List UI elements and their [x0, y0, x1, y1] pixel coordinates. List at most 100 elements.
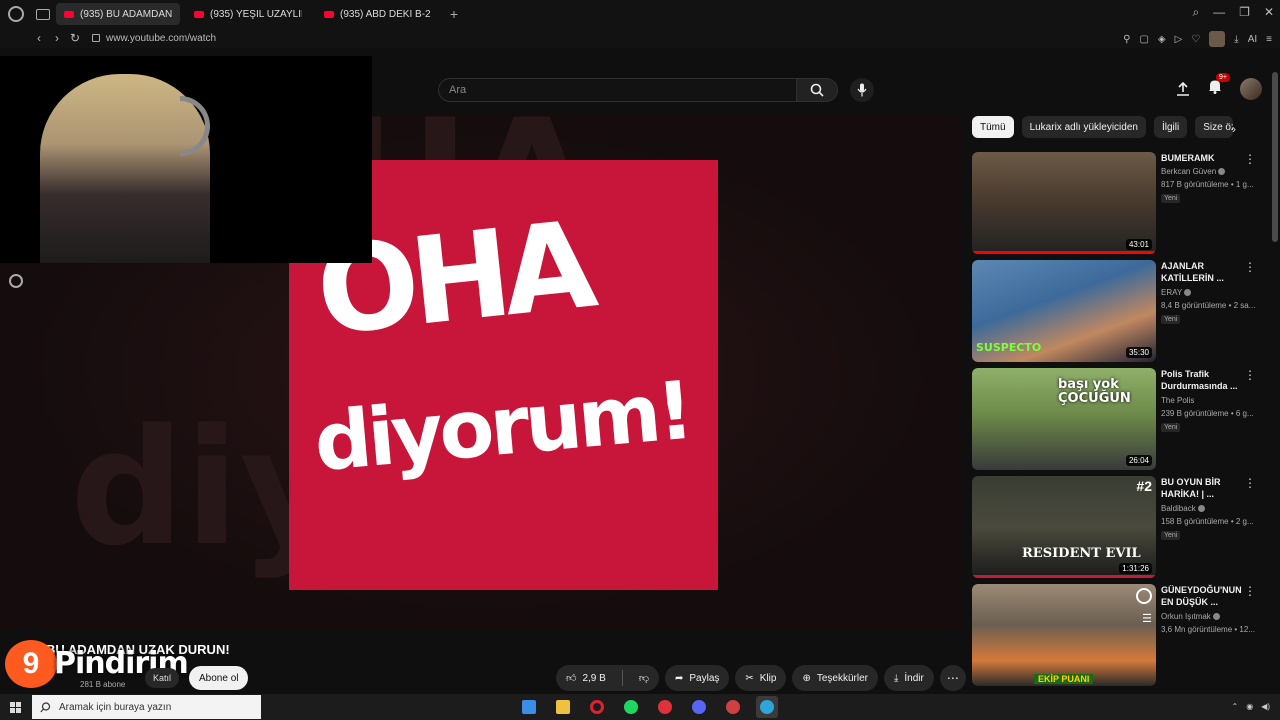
- new-tab-button[interactable]: +: [446, 6, 462, 22]
- reload-icon[interactable]: ↻: [66, 31, 84, 45]
- list-item[interactable]: 43:01 BUMERAMK Berkcan Güven 817 B görün…: [972, 152, 1262, 254]
- kebab-menu-icon[interactable]: ⋮: [1244, 368, 1256, 382]
- verified-icon: [1184, 289, 1192, 297]
- list-item[interactable]: SUSPECTO 35:30 AJANLAR KATİLLERİN ... ER…: [972, 260, 1262, 362]
- video-title[interactable]: GÜNEYDOĞU'NUN EN DÜŞÜK ...: [1161, 584, 1245, 608]
- chevron-right-icon[interactable]: ›: [1232, 122, 1236, 136]
- cloud-app-icon[interactable]: [518, 696, 540, 718]
- subscribe-button[interactable]: Abone ol: [189, 666, 249, 690]
- youtube-favicon-icon: [194, 10, 204, 18]
- more-actions-button[interactable]: ⋯: [939, 665, 966, 691]
- video-title[interactable]: Polis Trafik Durdurmasında ...: [1161, 368, 1245, 392]
- menu-icon[interactable]: ≡: [1266, 34, 1272, 45]
- browser-tab[interactable]: (935) ABD DEKİ B-2 SPİRİ: [316, 3, 440, 25]
- snapshot-icon[interactable]: ▢: [1139, 34, 1148, 45]
- list-item[interactable]: başı yok ÇOCUĞUN 26:04 Polis Trafik Durd…: [972, 368, 1262, 470]
- download-button[interactable]: ⤓ İndir: [883, 665, 934, 691]
- add-to-queue-icon[interactable]: ☰: [1142, 612, 1152, 625]
- video-meta: 239 B görüntüleme • 6 g...: [1161, 409, 1254, 418]
- minimize-icon[interactable]: —: [1213, 5, 1225, 20]
- voice-search-button[interactable]: [850, 78, 874, 102]
- kebab-menu-icon[interactable]: ⋮: [1244, 152, 1256, 166]
- list-item[interactable]: ☰ EKİP PUANI GÜNEYDOĞU'NUN EN DÜŞÜK ... …: [972, 584, 1262, 686]
- kebab-menu-icon[interactable]: ⋮: [1244, 476, 1256, 490]
- browser-search-icon[interactable]: ⌕: [1192, 5, 1199, 20]
- browser-tab[interactable]: (935) YEŞİL UZAYLININ G: [186, 3, 310, 25]
- duration-badge: 43:01: [1125, 239, 1152, 250]
- volume-icon[interactable]: ◀): [1261, 702, 1270, 711]
- browser-tab[interactable]: (935) BU ADAMDAN UZAK: [56, 3, 180, 25]
- channel-name[interactable]: Orkun Işıtmak: [1161, 612, 1220, 621]
- ai-button[interactable]: AI: [1248, 34, 1257, 45]
- network-icon[interactable]: ◉: [1246, 702, 1253, 711]
- tab-title: (935) BU ADAMDAN UZAK: [80, 8, 172, 20]
- like-dislike-group: 👍︎ 2,9 B 👎︎: [556, 665, 659, 691]
- channel-name[interactable]: The Polis: [1161, 396, 1194, 405]
- forward-icon[interactable]: ›: [48, 31, 66, 45]
- red-app-icon[interactable]: [654, 696, 676, 718]
- taskbar-search-placeholder: Aramak için buraya yazın: [59, 701, 172, 713]
- download-icon[interactable]: ⤓: [1234, 34, 1238, 45]
- duration-badge: 26:04: [1125, 455, 1152, 466]
- play-icon[interactable]: ▷: [1175, 34, 1183, 45]
- opera-logo-icon[interactable]: [8, 6, 24, 22]
- upload-icon[interactable]: [1176, 82, 1190, 96]
- scrollbar[interactable]: [1272, 72, 1278, 242]
- video-title[interactable]: BUMERAMK: [1161, 152, 1245, 164]
- search-input[interactable]: Ara: [438, 78, 796, 102]
- file-explorer-icon[interactable]: [552, 696, 574, 718]
- chip-related[interactable]: İlgili: [1153, 116, 1188, 138]
- opera-app-icon[interactable]: [586, 696, 608, 718]
- verified-icon: [1212, 613, 1220, 621]
- user-avatar[interactable]: [1240, 78, 1262, 100]
- kebab-menu-icon[interactable]: ⋮: [1244, 584, 1256, 598]
- profile-icon[interactable]: [1209, 31, 1226, 47]
- microphone-icon: [857, 83, 867, 97]
- taskbar-search-input[interactable]: Aramak için buraya yazın: [32, 695, 261, 719]
- chip-for-you[interactable]: Size öz: [1195, 116, 1234, 138]
- like-button[interactable]: 👍︎ 2,9 B: [556, 665, 616, 691]
- maximize-icon[interactable]: ❐: [1239, 5, 1250, 20]
- shield-icon[interactable]: ◈: [1158, 34, 1166, 45]
- video-title[interactable]: BU OYUN BİR HARİKA! | ...: [1161, 476, 1245, 500]
- video-thumbnail[interactable]: SUSPECTO 35:30: [972, 260, 1156, 362]
- start-button[interactable]: [0, 701, 30, 713]
- share-button[interactable]: ➦ Paylaş: [664, 665, 730, 691]
- channel-logo-icon[interactable]: 9: [5, 640, 57, 688]
- channel-name[interactable]: Baldiback: [1161, 504, 1205, 513]
- verified-icon: [1197, 505, 1205, 513]
- search-button[interactable]: [796, 78, 838, 102]
- heart-icon[interactable]: ♡: [1191, 34, 1200, 45]
- channel-name[interactable]: Berkcan Güven: [1161, 167, 1226, 176]
- back-icon[interactable]: ‹: [30, 31, 48, 45]
- join-button[interactable]: Katıl: [145, 668, 180, 688]
- close-icon[interactable]: ✕: [1264, 5, 1274, 20]
- video-thumbnail[interactable]: #2 RESIDENT EVIL 1:31:26: [972, 476, 1156, 578]
- watch-later-icon[interactable]: [1136, 588, 1152, 604]
- list-item[interactable]: #2 RESIDENT EVIL 1:31:26 BU OYUN BİR HAR…: [972, 476, 1262, 578]
- spotify-icon[interactable]: [620, 696, 642, 718]
- dislike-button[interactable]: 👎︎: [629, 665, 659, 691]
- settings-gear-icon[interactable]: [9, 274, 23, 288]
- discord-icon[interactable]: [688, 696, 710, 718]
- video-thumbnail[interactable]: ☰ EKİP PUANI: [972, 584, 1156, 686]
- chart-app-icon[interactable]: [722, 696, 744, 718]
- share-label: Paylaş: [689, 672, 720, 684]
- kebab-menu-icon[interactable]: ⋮: [1244, 260, 1256, 274]
- video-thumbnail[interactable]: başı yok ÇOCUĞUN 26:04: [972, 368, 1156, 470]
- thanks-button[interactable]: ⊕ Teşekkürler: [792, 665, 878, 691]
- notifications-button[interactable]: 9+: [1208, 73, 1230, 99]
- video-thumbnail[interactable]: 43:01: [972, 152, 1156, 254]
- channel-name[interactable]: ERAY: [1161, 288, 1192, 297]
- thumbnail-text: EKİP PUANI: [1034, 674, 1094, 684]
- pin-icon[interactable]: ⚲: [1123, 34, 1130, 45]
- video-meta: 8,4 B görüntüleme • 2 sa...: [1161, 301, 1256, 310]
- workspaces-icon[interactable]: [36, 8, 50, 20]
- chip-all[interactable]: Tümü: [972, 116, 1014, 138]
- tray-icon[interactable]: ⌃: [1231, 702, 1238, 711]
- video-title[interactable]: AJANLAR KATİLLERİN ...: [1161, 260, 1245, 284]
- url-field[interactable]: www.youtube.com/watch: [106, 33, 216, 44]
- edge-icon[interactable]: [756, 696, 778, 718]
- clip-button[interactable]: ✂ Klip: [735, 665, 787, 691]
- chip-uploader[interactable]: Lukarix adlı yükleyiciden: [1021, 116, 1146, 138]
